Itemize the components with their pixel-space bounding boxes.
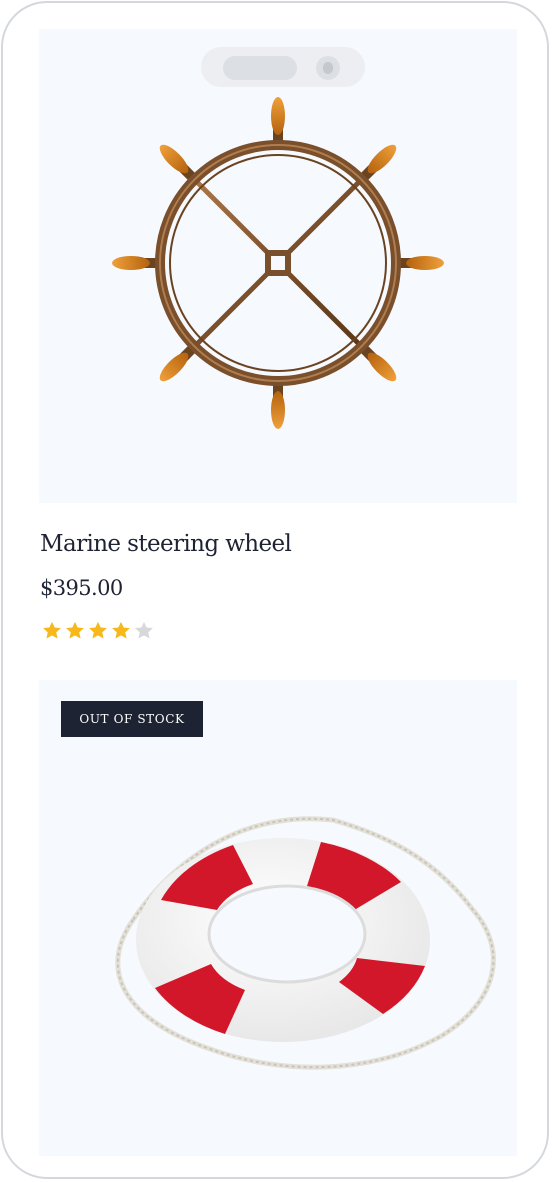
star-filled-icon [43, 621, 61, 639]
speaker-pill [223, 56, 297, 80]
dynamic-island [201, 47, 365, 87]
phone-frame: Marine steering wheel $395.00 OUT OF STO… [1, 1, 549, 1179]
star-empty-icon [135, 621, 153, 639]
product-rating [41, 620, 155, 644]
product-image-life-buoy[interactable]: OUT OF STOCK [39, 680, 517, 1156]
product-image-steering-wheel[interactable] [39, 29, 517, 503]
product-title[interactable]: Marine steering wheel [40, 531, 292, 557]
life-buoy-icon [115, 816, 496, 1070]
star-filled-icon [66, 621, 84, 639]
star-filled-icon [89, 621, 107, 639]
product-price: $395.00 [40, 576, 123, 600]
out-of-stock-badge: OUT OF STOCK [61, 701, 203, 737]
camera-icon [316, 56, 340, 80]
star-filled-icon [112, 621, 130, 639]
steering-wheel-icon [112, 97, 444, 429]
